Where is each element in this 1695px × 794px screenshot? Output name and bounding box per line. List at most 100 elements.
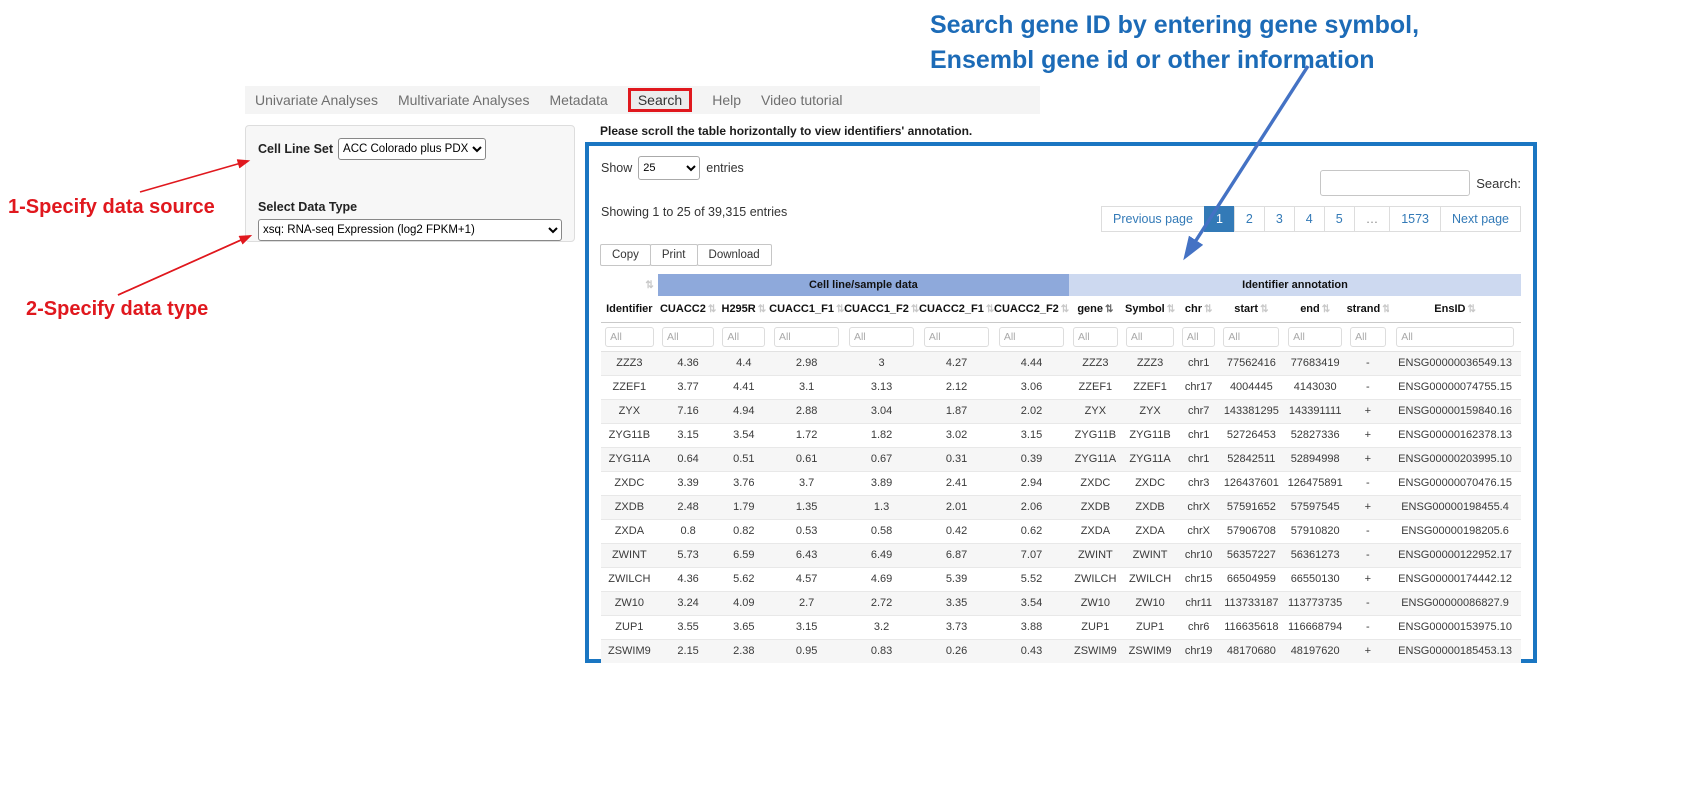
table-row-zzef1[interactable]: ZZEF13.774.413.13.132.123.06ZZEF1ZZEF1ch… (601, 375, 1521, 399)
print-button[interactable]: Print (650, 244, 698, 266)
column-header-chr[interactable]: chr⇅ (1178, 296, 1219, 322)
filter-input-cuacc2[interactable] (662, 327, 714, 347)
table-cell: 113733187 (1219, 591, 1284, 615)
table-cell: 2.94 (994, 471, 1069, 495)
table-row-zzz3[interactable]: ZZZ34.364.42.9834.274.44ZZZ3ZZZ3chr17756… (601, 351, 1521, 375)
pagination-ellipsis[interactable]: … (1354, 206, 1391, 232)
table-cell: 3.35 (919, 591, 994, 615)
column-header-h295r[interactable]: H295R⇅ (719, 296, 770, 322)
pagination-page-4[interactable]: 4 (1294, 206, 1325, 232)
filter-input-cuacc1-f2[interactable] (849, 327, 914, 347)
table-cell: 6.87 (919, 543, 994, 567)
table-cell: ZWILCH (1122, 567, 1179, 591)
column-header-end[interactable]: end⇅ (1284, 296, 1347, 322)
filter-input-symbol[interactable] (1126, 327, 1175, 347)
filter-input-identifier[interactable] (605, 327, 654, 347)
pagination-page-1573[interactable]: 1573 (1389, 206, 1441, 232)
column-header-cuacc2-f2[interactable]: CUACC2_F2⇅ (994, 296, 1069, 322)
table-row-zxda[interactable]: ZXDA0.80.820.530.580.420.62ZXDAZXDAchrX5… (601, 519, 1521, 543)
nav-item-metadata[interactable]: Metadata (549, 92, 607, 108)
filter-input-ensid[interactable] (1396, 327, 1514, 347)
table-cell: ZYX (601, 399, 658, 423)
filter-row (601, 322, 1521, 351)
table-cell: 4.36 (658, 351, 719, 375)
filter-input-strand[interactable] (1350, 327, 1385, 347)
table-row-zxdb[interactable]: ZXDB2.481.791.351.32.012.06ZXDBZXDBchrX5… (601, 495, 1521, 519)
cell-line-set-select[interactable]: ACC Colorado plus PDX (338, 138, 486, 160)
nav-item-help[interactable]: Help (712, 92, 741, 108)
filter-input-end[interactable] (1288, 327, 1342, 347)
column-header-cuacc2-f1[interactable]: CUACC2_F1⇅ (919, 296, 994, 322)
table-cell: 77683419 (1284, 351, 1347, 375)
table-cell: 2.48 (658, 495, 719, 519)
table-cell: ZW10 (1069, 591, 1122, 615)
column-header-strand[interactable]: strand⇅ (1347, 296, 1390, 322)
table-row-zwilch[interactable]: ZWILCH4.365.624.574.695.395.52ZWILCHZWIL… (601, 567, 1521, 591)
filter-input-cuacc2-f2[interactable] (999, 327, 1064, 347)
show-label: Show (601, 161, 632, 175)
table-cell: 57906708 (1219, 519, 1284, 543)
pagination-page-1[interactable]: 1 (1204, 206, 1235, 232)
table-cell: 1.87 (919, 399, 994, 423)
table-cell: ZWINT (1069, 543, 1122, 567)
table-cell: chr17 (1178, 375, 1219, 399)
table-cell: 48197620 (1284, 639, 1347, 663)
table-row-zyg11b[interactable]: ZYG11B3.153.541.721.823.023.15ZYG11BZYG1… (601, 423, 1521, 447)
column-header-cuacc1-f2[interactable]: CUACC1_F2⇅ (844, 296, 919, 322)
pagination-previous[interactable]: Previous page (1101, 206, 1205, 232)
pagination-page-5[interactable]: 5 (1324, 206, 1355, 232)
nav-item-search[interactable]: Search (628, 88, 692, 112)
pagination-next[interactable]: Next page (1440, 206, 1521, 232)
table-cell: ENSG00000198455.4 (1389, 495, 1521, 519)
table-row-zxdc[interactable]: ZXDC3.393.763.73.892.412.94ZXDCZXDCchr31… (601, 471, 1521, 495)
nav-item-univariate-analyses[interactable]: Univariate Analyses (255, 92, 378, 108)
filter-input-cuacc2-f1[interactable] (924, 327, 989, 347)
table-search-input[interactable] (1320, 170, 1470, 196)
column-header-cuacc1-f1[interactable]: CUACC1_F1⇅ (769, 296, 844, 322)
table-cell: ENSG00000162378.13 (1389, 423, 1521, 447)
data-type-label: Select Data Type (258, 200, 562, 214)
column-header-symbol[interactable]: Symbol⇅ (1122, 296, 1179, 322)
filter-input-cuacc1-f1[interactable] (774, 327, 839, 347)
column-header-identifier[interactable]: Identifier (601, 296, 658, 322)
search-results-panel: Show 25 entries Search: Showing 1 to 25 … (585, 142, 1537, 663)
column-label: CUACC2_F1 (919, 303, 984, 315)
table-cell: ZYG11A (1069, 447, 1122, 471)
table-cell: 126475891 (1284, 471, 1347, 495)
filter-input-h295r[interactable] (722, 327, 765, 347)
table-row-zw10[interactable]: ZW103.244.092.72.723.353.54ZW10ZW10chr11… (601, 591, 1521, 615)
table-cell: chr1 (1178, 423, 1219, 447)
filter-input-gene[interactable] (1073, 327, 1118, 347)
table-cell: 0.31 (919, 447, 994, 471)
table-cell: 113773735 (1284, 591, 1347, 615)
column-header-gene[interactable]: gene⇅ (1069, 296, 1122, 322)
pagination-page-3[interactable]: 3 (1264, 206, 1295, 232)
table-cell: chr6 (1178, 615, 1219, 639)
table-cell: ZXDB (1069, 495, 1122, 519)
download-button[interactable]: Download (697, 244, 772, 266)
nav-item-video-tutorial[interactable]: Video tutorial (761, 92, 842, 108)
group-header-identifier-annotation: Identifier annotation (1069, 274, 1521, 296)
table-row-zwint[interactable]: ZWINT5.736.596.436.496.877.07ZWINTZWINTc… (601, 543, 1521, 567)
table-row-zyx[interactable]: ZYX7.164.942.883.041.872.02ZYXZYXchr7143… (601, 399, 1521, 423)
pagination-page-2[interactable]: 2 (1234, 206, 1265, 232)
nav-item-multivariate-analyses[interactable]: Multivariate Analyses (398, 92, 530, 108)
table-cell: 3.88 (994, 615, 1069, 639)
copy-button[interactable]: Copy (600, 244, 651, 266)
table-cell: 52842511 (1219, 447, 1284, 471)
sort-icon: ⇅ (758, 304, 766, 315)
page-length-select[interactable]: 25 (638, 156, 700, 180)
table-row-zswim9[interactable]: ZSWIM92.152.380.950.830.260.43ZSWIM9ZSWI… (601, 639, 1521, 663)
column-header-ensid[interactable]: EnsID⇅ (1389, 296, 1521, 322)
table-cell: 66550130 (1284, 567, 1347, 591)
data-type-select[interactable]: xsq: RNA-seq Expression (log2 FPKM+1) (258, 219, 562, 241)
table-row-zup1[interactable]: ZUP13.553.653.153.23.733.88ZUP1ZUP1chr61… (601, 615, 1521, 639)
column-header-cuacc2[interactable]: CUACC2⇅ (658, 296, 719, 322)
filter-input-chr[interactable] (1182, 327, 1216, 347)
table-row-zyg11a[interactable]: ZYG11A0.640.510.610.670.310.39ZYG11AZYG1… (601, 447, 1521, 471)
column-header-start[interactable]: start⇅ (1219, 296, 1284, 322)
table-cell: - (1347, 615, 1390, 639)
filter-input-start[interactable] (1223, 327, 1279, 347)
identifier-sort-cell[interactable]: ⇅ (601, 274, 658, 296)
table-cell: ZWILCH (1069, 567, 1122, 591)
